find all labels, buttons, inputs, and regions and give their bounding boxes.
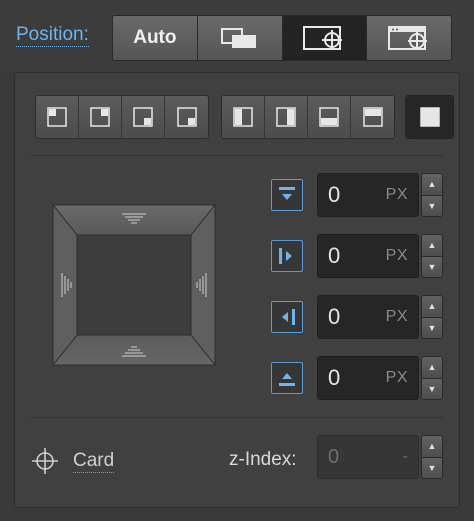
offset-bottom-row: 0 PX ▲ ▼ <box>271 356 443 400</box>
offset-bottom-decrement[interactable]: ▼ <box>422 377 442 399</box>
relative-to-selector: Card <box>31 447 115 475</box>
chevron-down-icon: ▼ <box>427 322 437 333</box>
chevron-up-icon: ▲ <box>427 301 437 312</box>
corner-presets <box>35 95 209 139</box>
chevron-down-icon: ▼ <box>427 261 437 272</box>
position-mode-selector: Auto <box>112 15 452 61</box>
offset-top-increment[interactable]: ▲ <box>422 174 442 195</box>
offset-right-input[interactable]: 0 PX <box>317 295 419 339</box>
offset-top-decrement[interactable]: ▼ <box>422 194 442 216</box>
offset-top-value: 0 <box>328 182 341 207</box>
offset-left-input[interactable]: 0 PX <box>317 234 419 278</box>
zindex-decrement[interactable]: ▼ <box>422 456 442 478</box>
full-preset-icon <box>419 107 440 127</box>
divider <box>31 155 443 156</box>
preset-full-button[interactable] <box>406 96 453 138</box>
offset-bottom-input[interactable]: 0 PX <box>317 356 419 400</box>
offset-left-unit[interactable]: PX <box>386 247 408 265</box>
offset-right-unit[interactable]: PX <box>386 308 408 326</box>
zindex-value: 0 <box>328 445 340 468</box>
offset-left-value: 0 <box>328 243 341 268</box>
offset-bottom-increment[interactable]: ▲ <box>422 357 442 378</box>
zindex-unit: - <box>402 448 408 465</box>
offset-top-unit[interactable]: PX <box>386 186 408 204</box>
fixed-position-icon <box>388 26 428 50</box>
mode-auto-label: Auto <box>133 27 177 48</box>
mode-absolute-button[interactable] <box>282 16 368 60</box>
position-presets <box>35 95 454 139</box>
offset-left-toggle[interactable] <box>271 240 303 272</box>
chevron-down-icon: ▼ <box>427 383 437 394</box>
mode-fixed-button[interactable] <box>367 16 451 60</box>
position-label[interactable]: Position: <box>16 24 89 47</box>
mode-auto-button[interactable]: Auto <box>113 16 198 60</box>
offset-left-decrement[interactable]: ▼ <box>422 255 442 277</box>
offset-bottom-toggle[interactable] <box>271 362 303 394</box>
bottom-offset-icon <box>279 373 295 386</box>
zindex-increment[interactable]: ▲ <box>422 436 442 457</box>
zindex-row: 0 - ▲ ▼ <box>317 435 443 479</box>
top-right-preset-icon <box>90 107 110 127</box>
preset-left-button[interactable] <box>222 96 265 138</box>
chevron-up-icon: ▲ <box>427 362 437 373</box>
offset-top-input[interactable]: 0 PX <box>317 173 419 217</box>
chevron-up-icon: ▲ <box>427 179 437 190</box>
offset-left-row: 0 PX ▲ ▼ <box>271 234 443 278</box>
top-offset-icon <box>279 187 295 200</box>
mode-relative-button[interactable] <box>197 16 283 60</box>
offset-right-stepper: ▲ ▼ <box>421 295 443 339</box>
zindex-stepper: ▲ ▼ <box>421 435 443 479</box>
offset-top-toggle[interactable] <box>271 179 303 211</box>
bottom-left-preset-icon <box>176 107 197 127</box>
top-preset-icon <box>362 107 383 127</box>
chevron-down-icon: ▼ <box>427 200 437 211</box>
preset-bottom-right-button[interactable] <box>122 96 165 138</box>
top-left-preset-icon <box>47 107 67 127</box>
offset-right-increment[interactable]: ▲ <box>422 296 442 317</box>
left-preset-icon <box>233 107 253 127</box>
offset-right-decrement[interactable]: ▼ <box>422 316 442 338</box>
pad-center <box>76 234 192 336</box>
preset-bottom-button[interactable] <box>308 96 351 138</box>
offset-left-increment[interactable]: ▲ <box>422 235 442 256</box>
preset-top-left-button[interactable] <box>36 96 79 138</box>
crosshair-icon[interactable] <box>31 447 59 475</box>
preset-top-button[interactable] <box>351 96 394 138</box>
offset-top-stepper: ▲ ▼ <box>421 173 443 217</box>
right-preset-icon <box>276 107 296 127</box>
offset-right-toggle[interactable] <box>271 301 303 333</box>
offset-bottom-stepper: ▲ ▼ <box>421 356 443 400</box>
absolute-position-icon <box>303 26 343 50</box>
chevron-up-icon: ▲ <box>427 240 437 251</box>
chevron-up-icon: ▲ <box>427 441 437 452</box>
left-offset-icon <box>279 248 292 264</box>
side-presets <box>221 95 395 139</box>
chevron-down-icon: ▼ <box>427 462 437 473</box>
full-preset-group <box>405 95 454 139</box>
preset-right-button[interactable] <box>265 96 308 138</box>
position-panel: 0 PX ▲ ▼ 0 PX ▲ ▼ 0 PX ▲ ▼ 0 PX ▲ ▼ Card… <box>14 72 460 508</box>
preset-bottom-left-button[interactable] <box>165 96 208 138</box>
offset-right-value: 0 <box>328 304 341 329</box>
offset-bottom-value: 0 <box>328 365 341 390</box>
bottom-right-preset-icon <box>133 107 153 127</box>
preset-top-right-button[interactable] <box>79 96 122 138</box>
zindex-label: z-Index: <box>229 449 297 470</box>
offset-left-stepper: ▲ ▼ <box>421 234 443 278</box>
offset-bottom-unit[interactable]: PX <box>386 369 408 387</box>
bottom-preset-icon <box>319 107 339 127</box>
offset-top-row: 0 PX ▲ ▼ <box>271 173 443 217</box>
offset-right-row: 0 PX ▲ ▼ <box>271 295 443 339</box>
offset-direction-pad <box>51 203 217 367</box>
right-offset-icon <box>282 309 295 325</box>
divider <box>31 417 443 418</box>
relative-position-icon <box>220 28 256 48</box>
position-header: Position: Auto <box>0 0 474 72</box>
relative-to-link[interactable]: Card <box>73 450 115 473</box>
zindex-input[interactable]: 0 - <box>317 435 419 479</box>
